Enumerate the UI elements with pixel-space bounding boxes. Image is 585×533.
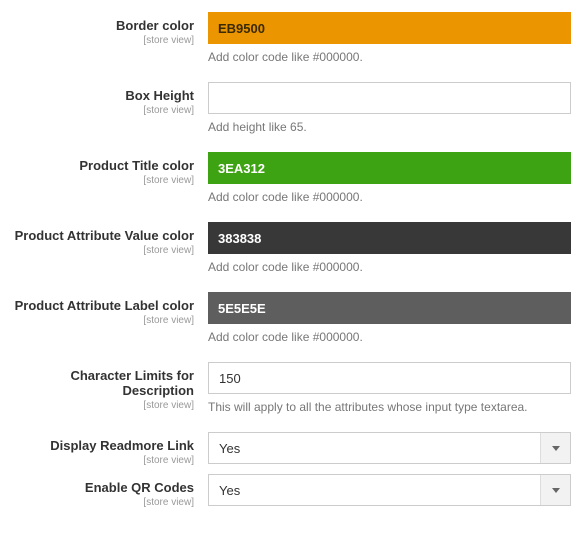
box-height-label: Box Height — [8, 88, 194, 103]
border-color-hint: Add color code like #000000. — [208, 50, 571, 64]
chevron-down-icon — [540, 433, 570, 463]
char-limit-hint: This will apply to all the attributes wh… — [208, 400, 571, 414]
attr-value-color-label: Product Attribute Value color — [8, 228, 194, 243]
border-color-label: Border color — [8, 18, 194, 33]
attr-label-color-label: Product Attribute Label color — [8, 298, 194, 313]
field-product-title-color: Product Title color [store view] Add col… — [8, 152, 577, 204]
attr-label-color-hint: Add color code like #000000. — [208, 330, 571, 344]
border-color-input[interactable] — [208, 12, 571, 44]
qrcodes-select-wrap: Yes — [208, 474, 571, 506]
input-col: Add height like 65. — [208, 82, 577, 134]
field-readmore: Display Readmore Link [store view] Yes — [8, 432, 577, 466]
readmore-label: Display Readmore Link — [8, 438, 194, 453]
label-col: Border color [store view] — [8, 12, 208, 46]
input-col: Add color code like #000000. — [208, 152, 577, 204]
label-col: Enable QR Codes [store view] — [8, 474, 208, 508]
field-attr-label-color: Product Attribute Label color [store vie… — [8, 292, 577, 344]
input-col: Add color code like #000000. — [208, 12, 577, 64]
char-limit-input[interactable] — [208, 362, 571, 394]
label-col: Box Height [store view] — [8, 82, 208, 116]
field-qrcodes: Enable QR Codes [store view] Yes — [8, 474, 577, 508]
scope-label: [store view] — [8, 245, 194, 256]
field-char-limit: Character Limits for Description [store … — [8, 362, 577, 414]
field-box-height: Box Height [store view] Add height like … — [8, 82, 577, 134]
qrcodes-label: Enable QR Codes — [8, 480, 194, 495]
product-title-color-label: Product Title color — [8, 158, 194, 173]
char-limit-label: Character Limits for Description — [8, 368, 194, 398]
label-col: Character Limits for Description [store … — [8, 362, 208, 411]
input-col: Add color code like #000000. — [208, 222, 577, 274]
label-col: Product Attribute Label color [store vie… — [8, 292, 208, 326]
input-col: This will apply to all the attributes wh… — [208, 362, 577, 414]
scope-label: [store view] — [8, 35, 194, 46]
scope-label: [store view] — [8, 105, 194, 116]
scope-label: [store view] — [8, 497, 194, 508]
box-height-input[interactable] — [208, 82, 571, 114]
field-border-color: Border color [store view] Add color code… — [8, 12, 577, 64]
chevron-down-icon — [540, 475, 570, 505]
box-height-hint: Add height like 65. — [208, 120, 571, 134]
scope-label: [store view] — [8, 400, 194, 411]
product-title-color-input[interactable] — [208, 152, 571, 184]
label-col: Product Title color [store view] — [8, 152, 208, 186]
product-title-color-hint: Add color code like #000000. — [208, 190, 571, 204]
scope-label: [store view] — [8, 455, 194, 466]
readmore-select[interactable]: Yes — [209, 433, 540, 463]
qrcodes-select[interactable]: Yes — [209, 475, 540, 505]
scope-label: [store view] — [8, 175, 194, 186]
readmore-select-wrap: Yes — [208, 432, 571, 464]
input-col: Add color code like #000000. — [208, 292, 577, 344]
attr-value-color-hint: Add color code like #000000. — [208, 260, 571, 274]
input-col: Yes — [208, 474, 577, 506]
field-attr-value-color: Product Attribute Value color [store vie… — [8, 222, 577, 274]
input-col: Yes — [208, 432, 577, 464]
label-col: Display Readmore Link [store view] — [8, 432, 208, 466]
attr-label-color-input[interactable] — [208, 292, 571, 324]
attr-value-color-input[interactable] — [208, 222, 571, 254]
label-col: Product Attribute Value color [store vie… — [8, 222, 208, 256]
scope-label: [store view] — [8, 315, 194, 326]
